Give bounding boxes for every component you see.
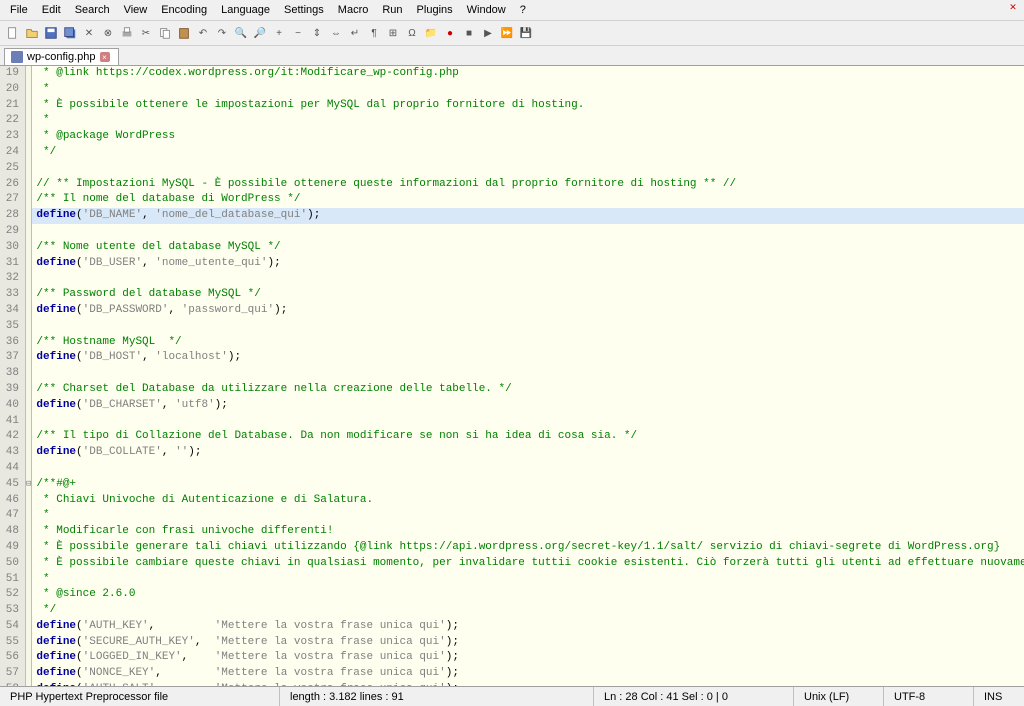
menu-edit[interactable]: Edit [36,2,67,18]
zoom-in-icon[interactable]: + [270,24,288,42]
close-window-icon[interactable]: ✕ [1004,2,1022,16]
find-icon[interactable]: 🔍 [232,24,250,42]
menu-help[interactable]: ? [514,2,532,18]
toolbar: ✕ ⊗ ✂ ↶ ↷ 🔍 🔎 + − ⇕ ⇔ ↵ ¶ ⊞ Ω 📁 ● ■ ▶ ⏩ … [0,21,1024,46]
tab-label: wp-config.php [27,51,96,63]
menu-macro[interactable]: Macro [332,2,375,18]
paste-icon[interactable] [175,24,193,42]
tab-wp-config[interactable]: wp-config.php × [4,48,119,65]
save-all-icon[interactable] [61,24,79,42]
php-file-icon [11,51,23,63]
close-file-icon[interactable]: ✕ [80,24,98,42]
macro-record-icon[interactable]: ● [441,24,459,42]
status-filetype: PHP Hypertext Preprocessor file [0,687,280,706]
open-file-icon[interactable] [23,24,41,42]
wordwrap-icon[interactable]: ↵ [346,24,364,42]
statusbar: PHP Hypertext Preprocessor file length :… [0,686,1024,706]
status-insert-mode: INS [974,687,1024,706]
macro-play-icon[interactable]: ▶ [479,24,497,42]
status-encoding: UTF-8 [884,687,974,706]
show-all-chars-icon[interactable]: ¶ [365,24,383,42]
close-all-icon[interactable]: ⊗ [99,24,117,42]
status-position: Ln : 28 Col : 41 Sel : 0 | 0 [594,687,794,706]
line-number-gutter: 1920212223242526272829303132333435363738… [0,66,26,686]
tabbar: wp-config.php × [0,46,1024,66]
menu-run[interactable]: Run [376,2,408,18]
macro-stop-icon[interactable]: ■ [460,24,478,42]
redo-icon[interactable]: ↷ [213,24,231,42]
menubar: FileEditSearchViewEncodingLanguageSettin… [0,0,1024,21]
sync-v-icon[interactable]: ⇕ [308,24,326,42]
macro-save-icon[interactable]: 💾 [517,24,535,42]
udl-icon[interactable]: Ω [403,24,421,42]
new-file-icon[interactable] [4,24,22,42]
folder-icon[interactable]: 📁 [422,24,440,42]
editor-area[interactable]: 1920212223242526272829303132333435363738… [0,66,1024,686]
menu-settings[interactable]: Settings [278,2,330,18]
menu-view[interactable]: View [118,2,154,18]
indent-guide-icon[interactable]: ⊞ [384,24,402,42]
window-controls: ✕ [1004,2,1022,16]
replace-icon[interactable]: 🔎 [251,24,269,42]
undo-icon[interactable]: ↶ [194,24,212,42]
menu-search[interactable]: Search [69,2,116,18]
macro-multiplay-icon[interactable]: ⏩ [498,24,516,42]
save-icon[interactable] [42,24,60,42]
menu-window[interactable]: Window [461,2,512,18]
menu-plugins[interactable]: Plugins [411,2,459,18]
code-content[interactable]: * @link https://codex.wordpress.org/it:M… [32,66,1024,686]
cut-icon[interactable]: ✂ [137,24,155,42]
zoom-out-icon[interactable]: − [289,24,307,42]
status-length: length : 3.182 lines : 91 [280,687,594,706]
menu-encoding[interactable]: Encoding [155,2,213,18]
tab-close-icon[interactable]: × [100,52,110,62]
print-icon[interactable] [118,24,136,42]
status-eol: Unix (LF) [794,687,884,706]
sync-h-icon[interactable]: ⇔ [327,24,345,42]
copy-icon[interactable] [156,24,174,42]
menu-language[interactable]: Language [215,2,276,18]
menu-file[interactable]: File [4,2,34,18]
